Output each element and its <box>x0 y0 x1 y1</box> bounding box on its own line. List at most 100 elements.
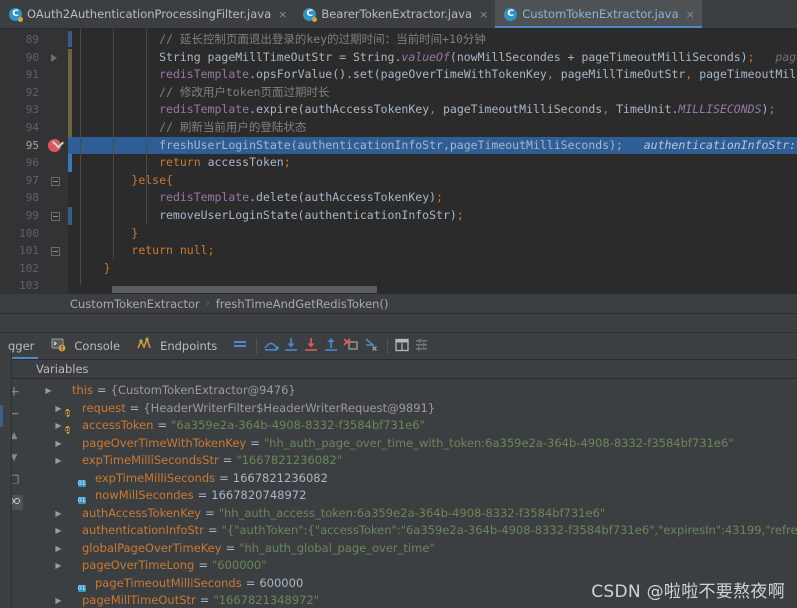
breadcrumb-method[interactable]: freshTimeAndGetRedisToken() <box>216 297 389 311</box>
expand-arrow-icon[interactable]: ▶ <box>52 452 65 470</box>
expand-arrow-icon[interactable]: ▶ <box>52 435 65 453</box>
variable-row-pagetimeoutmilliseconds[interactable]: 01 pageTimeoutMilliSeconds = 600000 <box>28 575 797 593</box>
close-icon[interactable]: × <box>686 8 695 21</box>
drop-frame-icon[interactable] <box>342 336 362 356</box>
line-number: 99 <box>25 208 39 222</box>
force-step-into-icon[interactable] <box>302 336 322 356</box>
run-to-cursor-icon[interactable] <box>362 336 382 356</box>
variable-row-authenticationinfostr[interactable]: ▶ authenticationInfoStr = "{"authToken":… <box>28 522 797 540</box>
evaluate-expression-icon[interactable] <box>393 336 413 356</box>
tab-endpoints[interactable]: Endpoints <box>128 333 225 359</box>
variables-title: Variables <box>36 362 89 376</box>
expand-arrow-icon[interactable]: ▶ <box>52 540 65 558</box>
editor-tab-label: BearerTokenExtractor.java <box>321 7 473 21</box>
variable-row-accesstoken[interactable]: ▶ p accessToken = "6a359e2a-364b-4908-83… <box>28 417 797 435</box>
left-tool-window-strip[interactable] <box>0 350 12 608</box>
gutter-markers[interactable] <box>46 29 68 294</box>
line-number: 98 <box>25 191 39 205</box>
variable-row-exptimemilliseconds[interactable]: 01 expTimeMilliSeconds = 1667821236082 <box>28 470 797 488</box>
code-line: removeUserLoginState(authenticationInfoS… <box>76 207 464 222</box>
gutter-marker-row[interactable] <box>46 172 68 190</box>
editor-tab-oauth2authenticationprocessingfilter[interactable]: C OAuth2AuthenticationProcessingFilter.j… <box>0 0 294 28</box>
settings-icon[interactable] <box>413 336 433 356</box>
expand-arrow-icon[interactable]: ▶ <box>52 522 65 540</box>
line-number: 90 <box>25 50 39 64</box>
editor-horizontal-scrollbar[interactable] <box>68 285 797 294</box>
tab-console[interactable]: Console <box>42 333 128 359</box>
close-icon[interactable]: × <box>479 8 488 21</box>
code-line: // 刷新当前用户的登陆状态 <box>76 119 307 134</box>
chevron-right-icon: › <box>205 298 210 309</box>
code-fold-icon[interactable] <box>51 211 60 221</box>
variables-panel[interactable]: + − ▲ ▼ ❐ ▶ this = {CustomTokenExtractor… <box>0 379 797 607</box>
step-over-icon[interactable] <box>262 336 282 356</box>
variable-row-globalpageovertimekey[interactable]: ▶ globalPageOverTimeKey = "hh_auth_globa… <box>28 540 797 558</box>
variables-tree[interactable]: ▶ this = {CustomTokenExtractor@9476} ▶ p… <box>28 379 797 607</box>
code-text-area[interactable]: // 延长控制页面退出登录的key的过期时间：当前时间+10分钟 String … <box>68 29 797 294</box>
equals-sign: = <box>245 575 256 590</box>
editor-tab-customtokenextractor[interactable]: C CustomTokenExtractor.java × <box>495 0 702 28</box>
code-line: redisTemplate.expire(authAccessTokenKey,… <box>159 102 797 117</box>
variable-row-pagemilltimeoutstr[interactable]: ▶ pageMillTimeOutStr = "1667821348972" <box>28 592 797 607</box>
expand-arrow-icon[interactable]: ▶ <box>52 505 65 523</box>
variable-row-request[interactable]: ▶ p request = {HeaderWriterFilter$Header… <box>28 400 797 418</box>
variable-row-authaccesstokenkey[interactable]: ▶ authAccessTokenKey = "hh_auth_access_t… <box>28 505 797 523</box>
primitive-icon: 01 <box>78 497 86 505</box>
code-line: String pageMillTimeOutStr = String.value… <box>76 49 797 64</box>
line-number: 96 <box>25 156 39 170</box>
indent-guide <box>80 29 81 294</box>
equals-sign: = <box>197 488 208 502</box>
close-icon[interactable]: × <box>278 8 287 21</box>
equals-sign: = <box>96 383 107 397</box>
code-fold-icon[interactable] <box>51 176 60 186</box>
editor-tab-bearertokenextractor[interactable]: C BearerTokenExtractor.java × <box>294 0 495 28</box>
variable-value: "600000" <box>212 558 267 572</box>
java-class-icon: C <box>9 7 23 22</box>
primitive-icon: 01 <box>78 584 86 592</box>
gutter-marker-row <box>46 154 68 172</box>
variable-row-nowmillsecondes[interactable]: 01 nowMillSecondes = 1667820748972 <box>28 487 797 505</box>
expand-arrow-icon[interactable]: ▶ <box>52 592 65 607</box>
show-execution-point-icon[interactable] <box>231 336 251 356</box>
variable-row-pageovertimewithtokenkey[interactable]: ▶ pageOverTimeWithTokenKey = "hh_auth_pa… <box>28 435 797 453</box>
field-icon <box>65 595 78 606</box>
scrollbar-thumb[interactable] <box>112 286 377 293</box>
gutter-marker-row[interactable] <box>46 207 68 225</box>
expand-arrow-icon[interactable]: ▶ <box>52 400 65 418</box>
expand-arrow-icon[interactable]: ▶ <box>42 382 55 400</box>
line-number-gutter: 89 90 91 92 93 94 95 96 97 98 99 100 101… <box>0 29 46 294</box>
breadcrumb: CustomTokenExtractor › freshTimeAndGetRe… <box>0 294 797 314</box>
indent-guide <box>113 29 114 259</box>
line-number: 101 <box>19 244 39 258</box>
variable-row-pageovertimelong[interactable]: ▶ pageOverTimeLong = "600000" <box>28 557 797 575</box>
variable-value: 600000 <box>259 575 304 590</box>
code-line-current: freshUserLoginState(authenticationInfoSt… <box>68 136 797 155</box>
debug-toolbar[interactable]: gger Console Endpoints <box>0 333 797 360</box>
variable-name: authAccessTokenKey <box>82 505 202 520</box>
indent-guide <box>146 29 147 224</box>
code-editor[interactable]: 89 90 91 92 93 94 95 96 97 98 99 100 101… <box>0 29 797 294</box>
code-fold-icon[interactable] <box>51 247 60 257</box>
gutter-marker-row <box>46 66 68 84</box>
step-into-icon[interactable] <box>282 336 302 356</box>
expand-arrow-icon[interactable]: ▶ <box>52 557 65 575</box>
breakpoint-icon[interactable] <box>48 138 61 152</box>
gutter-marker-row[interactable] <box>46 137 68 155</box>
variable-value: {CustomTokenExtractor@9476} <box>110 383 296 397</box>
editor-tab-label: OAuth2AuthenticationProcessingFilter.jav… <box>27 7 272 21</box>
step-out-icon[interactable] <box>322 336 342 356</box>
variable-row-this[interactable]: ▶ this = {CustomTokenExtractor@9476} <box>28 382 797 400</box>
variable-value: 1667820748972 <box>211 488 307 502</box>
variable-row-exptimemillisecondsstr[interactable]: ▶ expTimeMilliSecondsStr = "166782123608… <box>28 452 797 470</box>
equals-sign: = <box>222 453 233 467</box>
expand-arrow-icon[interactable]: ▶ <box>52 417 65 435</box>
breadcrumb-class[interactable]: CustomTokenExtractor <box>70 297 200 311</box>
gutter-marker-row <box>46 49 68 67</box>
variable-value: 1667821236082 <box>232 470 328 485</box>
variable-value: "hh_auth_access_token:6a359e2a-364b-4908… <box>218 505 606 520</box>
gutter-marker-row <box>46 84 68 102</box>
gutter-marker-row[interactable] <box>46 242 68 260</box>
line-number: 89 <box>25 33 39 46</box>
execution-arrow-icon <box>51 53 57 62</box>
code-line: // 延长控制页面退出登录的key的过期时间：当前时间+10分钟 <box>76 32 486 46</box>
